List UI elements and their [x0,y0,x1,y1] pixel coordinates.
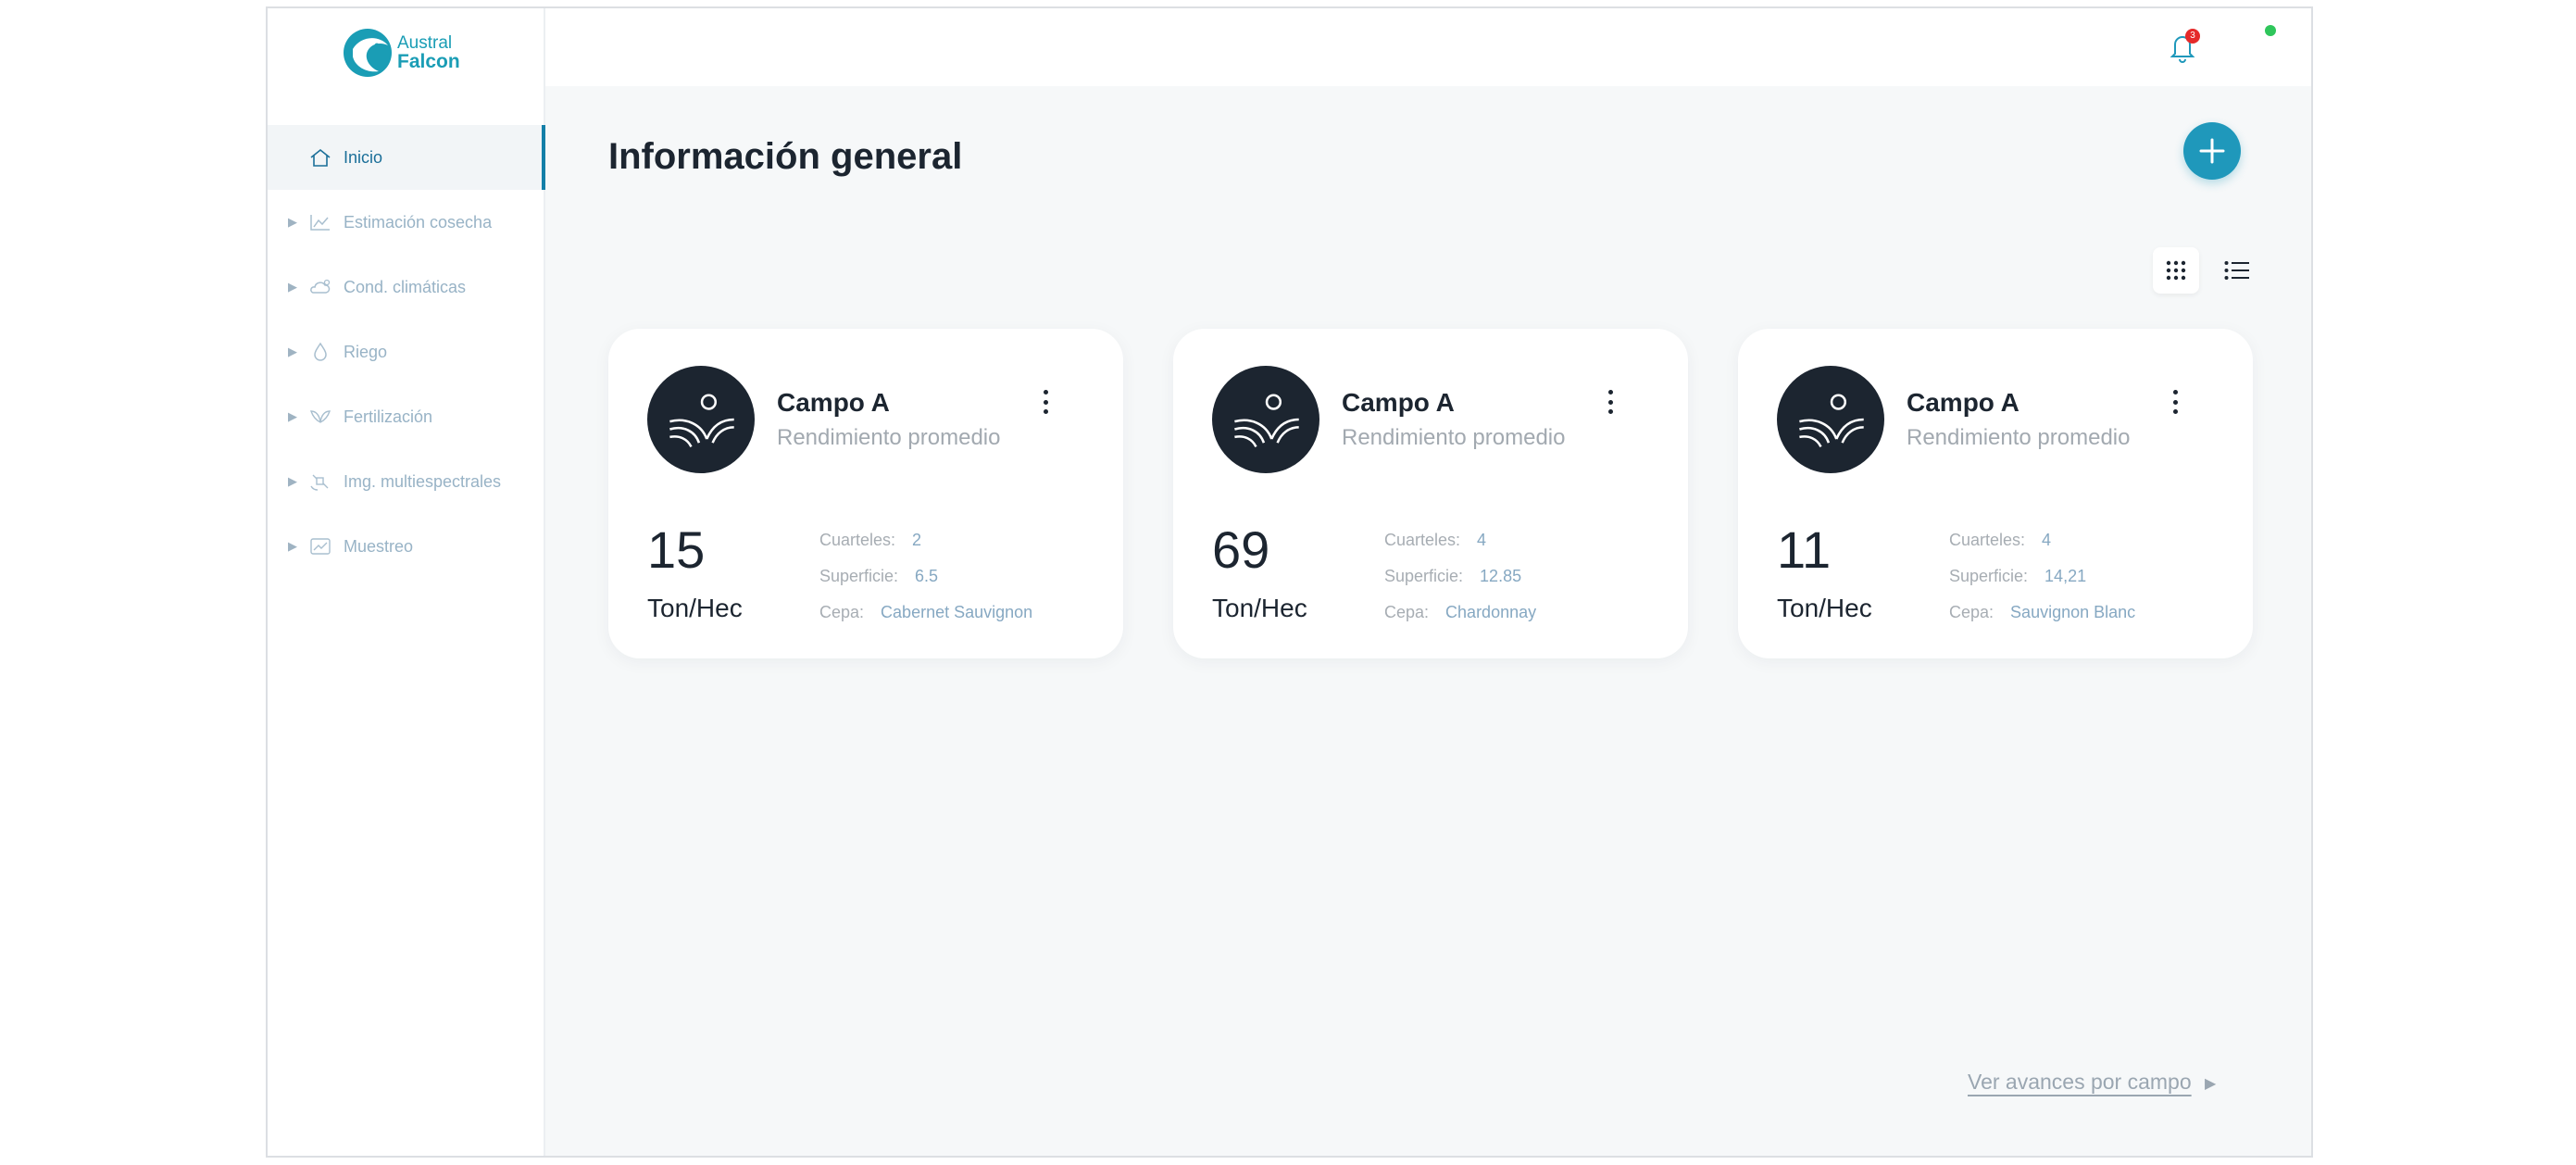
sidebar-item-label: Riego [344,342,388,361]
detail-label: Superficie: [819,567,899,585]
ver-avances-link[interactable]: Ver avances por campo [1968,1070,2192,1095]
sidebar-item-label: Inicio [344,147,383,167]
home-icon [306,146,334,169]
caret-right-icon: ▶ [288,409,297,423]
app-window: Austral Falcon Inicio ▶ Estimación cosec… [266,6,2313,1158]
more-vertical-icon[interactable] [1599,386,1621,418]
satellite-icon [306,470,334,493]
field-landscape-icon [1212,366,1319,473]
campo-name: Campo A [777,388,890,417]
yield-value: 69 [1212,520,1270,579]
list-view-button[interactable] [2214,247,2260,294]
campo-details: Cuarteles: 4 Superficie: 14,21 Cepa: Sauvig… [1949,531,2135,639]
falcon-logo-icon [344,29,392,77]
detail-value: 14,21 [2045,567,2087,585]
sidebar-item-estimacion-cosecha[interactable]: ▶ Estimación cosecha [268,190,544,255]
sidebar-item-inicio[interactable]: Inicio [268,125,545,190]
detail-label: Cepa: [819,603,865,621]
sidebar-item-label: Muestreo [344,536,414,556]
image-chart-icon [306,535,334,557]
detail-value: 4 [1477,531,1487,549]
brand-name-line2: Falcon [397,51,460,72]
campo-cards: Campo A Rendimiento promedio 15 Ton/Hec … [608,329,2253,658]
detail-label: Superficie: [1949,567,2029,585]
sidebar-item-label: Estimación cosecha [344,212,493,232]
grid-view-button[interactable] [2153,247,2199,294]
detail-value: 6.5 [915,567,939,585]
brand-logo[interactable]: Austral Falcon [342,27,460,79]
caret-right-icon: ▶ [288,344,297,358]
page-title: Información general [608,136,963,177]
list-icon [2224,261,2249,280]
field-landscape-icon [1777,366,1884,473]
cloud-sun-icon [306,276,334,298]
sidebar-item-riego[interactable]: ▶ Riego [268,319,544,384]
more-vertical-icon[interactable] [1034,386,1057,418]
plus-icon [2199,138,2225,164]
detail-label: Cepa: [1384,603,1430,621]
campo-subtitle: Rendimiento promedio [1907,425,2131,450]
detail-label: Superficie: [1384,567,1464,585]
caret-right-icon: ▶ [288,215,297,229]
campo-name: Campo A [1342,388,1455,417]
campo-card[interactable]: Campo A Rendimiento promedio 69 Ton/Hec … [1173,329,1688,658]
campo-card[interactable]: Campo A Rendimiento promedio 11 Ton/Hec … [1738,329,2253,658]
online-status-indicator [2265,25,2276,36]
yield-value: 15 [647,520,706,579]
sidebar-item-label: Fertilización [344,407,433,426]
leaf-icon [306,406,334,428]
brand-name-line1: Austral [397,33,453,53]
sidebar-item-cond-climaticas[interactable]: ▶ Cond. climáticas [268,255,544,319]
caret-right-icon: ▶ [288,539,297,553]
detail-value: Chardonnay [1445,603,1537,621]
caret-right-icon: ▶ [288,280,297,294]
sidebar-item-img-multiespectrales[interactable]: ▶ Img. multiespectrales [268,449,544,514]
sidebar-item-fertilizacion[interactable]: ▶ Fertilización [268,384,544,449]
grid-dots-icon [2166,260,2186,281]
campo-details: Cuarteles: 2 Superficie: 6.5 Cepa: Cabernet… [819,531,1032,639]
campo-subtitle: Rendimiento promedio [1342,425,1566,450]
caret-right-icon: ▶ [2205,1076,2217,1092]
detail-value: 12.85 [1480,567,1522,585]
detail-label: Cuarteles: [1949,531,2026,549]
detail-value: 4 [2042,531,2052,549]
campo-details: Cuarteles: 4 Superficie: 12.85 Cepa: Chardo… [1384,531,1536,639]
chart-icon [306,211,334,233]
field-landscape-icon [647,366,755,473]
campo-name: Campo A [1907,388,2020,417]
detail-label: Cuarteles: [819,531,896,549]
campo-card[interactable]: Campo A Rendimiento promedio 15 Ton/Hec … [608,329,1123,658]
sidebar: Austral Falcon Inicio ▶ Estimación cosec… [268,8,545,1156]
detail-value: Sauvignon Blanc [2010,603,2136,621]
drop-icon [306,341,334,363]
top-bar: 3 [545,8,2311,86]
notification-count-badge: 3 [2185,29,2200,44]
detail-label: Cepa: [1949,603,1995,621]
yield-unit: Ton/Hec [1777,594,1872,622]
yield-value: 11 [1777,520,1832,579]
caret-right-icon: ▶ [288,474,297,488]
detail-value: Cabernet Sauvignon [881,603,1033,621]
more-vertical-icon[interactable] [2164,386,2186,418]
sidebar-nav: Inicio ▶ Estimación cosecha ▶ Cond. clim… [268,125,545,579]
sidebar-item-label: Img. multiespectrales [344,471,502,491]
detail-label: Cuarteles: [1384,531,1461,549]
sidebar-item-muestreo[interactable]: ▶ Muestreo [268,514,544,579]
yield-unit: Ton/Hec [647,594,743,622]
notifications-button[interactable]: 3 [2167,29,2200,64]
add-campo-button[interactable] [2183,122,2241,180]
campo-subtitle: Rendimiento promedio [777,425,1001,450]
yield-unit: Ton/Hec [1212,594,1307,622]
sidebar-item-label: Cond. climáticas [344,277,467,296]
detail-value: 2 [912,531,922,549]
